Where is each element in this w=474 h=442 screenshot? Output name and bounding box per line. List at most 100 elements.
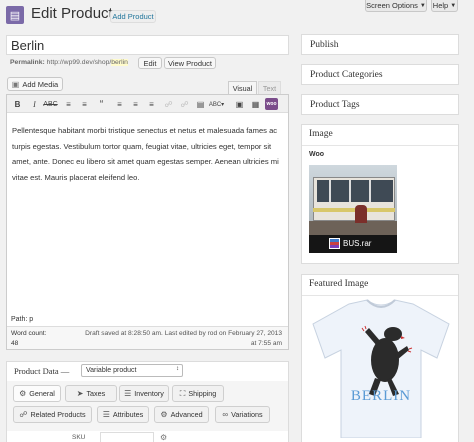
tab-variations-label: Variations: [231, 410, 263, 419]
draft-status: Draft saved at 8:28:50 am. Last edited b…: [66, 329, 282, 349]
tab-attributes-label: Attributes: [112, 410, 144, 419]
blockquote-icon[interactable]: “: [95, 98, 108, 110]
inventory-icon: ☰: [124, 389, 132, 398]
tab-advanced-label: Advanced: [170, 410, 203, 419]
bus-photo-window-3: [369, 180, 371, 202]
tab-general-label: General: [29, 389, 55, 398]
bus-file-name: BUS.rar: [343, 239, 372, 248]
tab-attributes[interactable]: ☰ Attributes: [97, 406, 149, 423]
bullet-list-icon[interactable]: ≡: [62, 98, 75, 110]
product-categories-title[interactable]: Product Categories: [310, 70, 383, 80]
permalink-row: Permalink: http://wp99.dev/shop/berlin: [10, 59, 128, 66]
tab-inventory-label: Inventory: [134, 389, 164, 398]
bus-photo-stripe: [313, 208, 395, 212]
add-product-button[interactable]: Add Product: [110, 10, 156, 23]
screen-options-label: Screen Options: [366, 1, 418, 10]
unlink-icon[interactable]: ☍: [178, 98, 191, 110]
screen-options-button[interactable]: Screen Options ▼: [365, 0, 427, 12]
tag-icon: ➤: [76, 389, 84, 398]
tshirt-graphic: BERLIN: [312, 299, 450, 438]
image-title[interactable]: Image: [309, 129, 333, 139]
media-icon: ▣: [11, 79, 20, 89]
numbered-list-icon[interactable]: ≡: [78, 98, 91, 110]
page-title: Edit Product: [31, 5, 113, 22]
featured-image-title[interactable]: Featured Image: [309, 279, 368, 289]
draft-time-text: at 7:55 am: [250, 340, 282, 347]
word-count: Word count: 48: [11, 329, 46, 349]
tab-variations[interactable]: ∞ Variations: [215, 406, 270, 423]
post-title-value: Berlin: [11, 38, 45, 53]
product-tags-box: Product Tags: [301, 94, 459, 115]
permalink-edit-button[interactable]: Edit: [138, 57, 162, 69]
tab-shipping-label: Shipping: [188, 389, 217, 398]
draft-saved-text: Draft saved at 8:28:50 am. Last edited b…: [85, 330, 282, 337]
caret-down-icon: ▼: [419, 2, 426, 9]
italic-icon[interactable]: I: [28, 98, 41, 110]
tab-shipping[interactable]: ⛶ Shipping: [172, 385, 224, 402]
link-icon: ☍: [19, 410, 28, 419]
product-type-value: Variable product: [86, 367, 137, 374]
product-data-label: Product Data —: [14, 366, 70, 376]
add-media-label: Add Media: [22, 79, 59, 89]
add-media-button[interactable]: ▣ Add Media: [7, 77, 63, 91]
help-label: Help: [432, 1, 449, 10]
view-product-button[interactable]: View Product: [164, 57, 216, 69]
editor-path: Path: p: [11, 316, 34, 323]
caret-down-icon: ▼: [450, 2, 457, 9]
archive-icon: [329, 238, 340, 249]
align-right-icon[interactable]: ≡: [145, 98, 158, 110]
sku-input[interactable]: [100, 432, 154, 442]
product-type-select[interactable]: Variable product ↕: [81, 364, 183, 377]
select-arrows-icon: ↕: [176, 366, 179, 372]
tshirt-text: BERLIN: [351, 388, 411, 404]
word-count-label: Word count:: [11, 330, 47, 337]
bold-icon[interactable]: B: [11, 98, 24, 110]
publish-title[interactable]: Publish: [310, 40, 339, 50]
tab-taxes-label: Taxes: [86, 389, 106, 398]
tab-text[interactable]: Text: [258, 81, 281, 94]
tab-inventory[interactable]: ☰ Inventory: [119, 385, 169, 402]
sku-label: SKU: [72, 434, 86, 441]
image-box-divider: [302, 145, 458, 146]
bus-photo-window-1: [329, 180, 331, 202]
product-tags-title[interactable]: Product Tags: [310, 100, 360, 110]
page-icon: ▤: [6, 6, 24, 24]
permalink-base: http://wp99.dev/shop/: [46, 59, 112, 66]
bus-photo-ground: [309, 221, 397, 235]
publish-box: Publish: [301, 34, 459, 55]
sku-help-icon: ⚙: [160, 433, 168, 442]
tab-taxes[interactable]: ➤ Taxes: [65, 385, 117, 402]
post-title-input[interactable]: Berlin: [6, 35, 289, 55]
truck-icon: ⛶: [179, 388, 186, 398]
permalink-slug: berlin: [111, 59, 128, 66]
featured-image-divider: [302, 295, 458, 296]
spellcheck-icon[interactable]: ABC▾: [209, 98, 224, 110]
product-categories-box: Product Categories: [301, 64, 459, 85]
tab-related-products-label: Related Products: [30, 410, 86, 419]
editor-content[interactable]: Pellentesque habitant morbi tristique se…: [12, 123, 284, 185]
link-icon[interactable]: ☍: [162, 98, 175, 110]
align-center-icon[interactable]: ≡: [129, 98, 142, 110]
align-left-icon[interactable]: ≡: [113, 98, 126, 110]
woocommerce-shortcode-icon[interactable]: woo: [265, 98, 278, 110]
bus-image[interactable]: BUS.rar: [309, 165, 397, 253]
strikethrough-icon[interactable]: ABC: [43, 98, 57, 110]
kitchen-sink-icon[interactable]: ▦: [249, 98, 262, 110]
tab-general[interactable]: ⚙ General: [13, 385, 61, 402]
image-caption: Woo: [309, 151, 325, 158]
list-icon: ☰: [102, 410, 110, 419]
tab-advanced[interactable]: ⚙ Advanced: [154, 406, 209, 423]
fullscreen-icon[interactable]: ▣: [233, 98, 246, 110]
variations-icon: ∞: [222, 410, 229, 419]
tab-visual[interactable]: Visual: [228, 81, 257, 94]
tshirt-image[interactable]: BERLIN: [309, 298, 453, 438]
gear-icon: ⚙: [160, 410, 168, 419]
permalink-label: Permalink:: [10, 59, 45, 66]
wrench-icon: ⚙: [19, 389, 27, 398]
bus-photo-window-2: [349, 180, 351, 202]
help-button[interactable]: Help ▼: [431, 0, 458, 12]
tab-related-products[interactable]: ☍ Related Products: [13, 406, 92, 423]
bus-photo-person: [355, 205, 367, 223]
word-count-value: 48: [11, 340, 19, 347]
more-tag-icon[interactable]: ▤: [194, 98, 207, 110]
